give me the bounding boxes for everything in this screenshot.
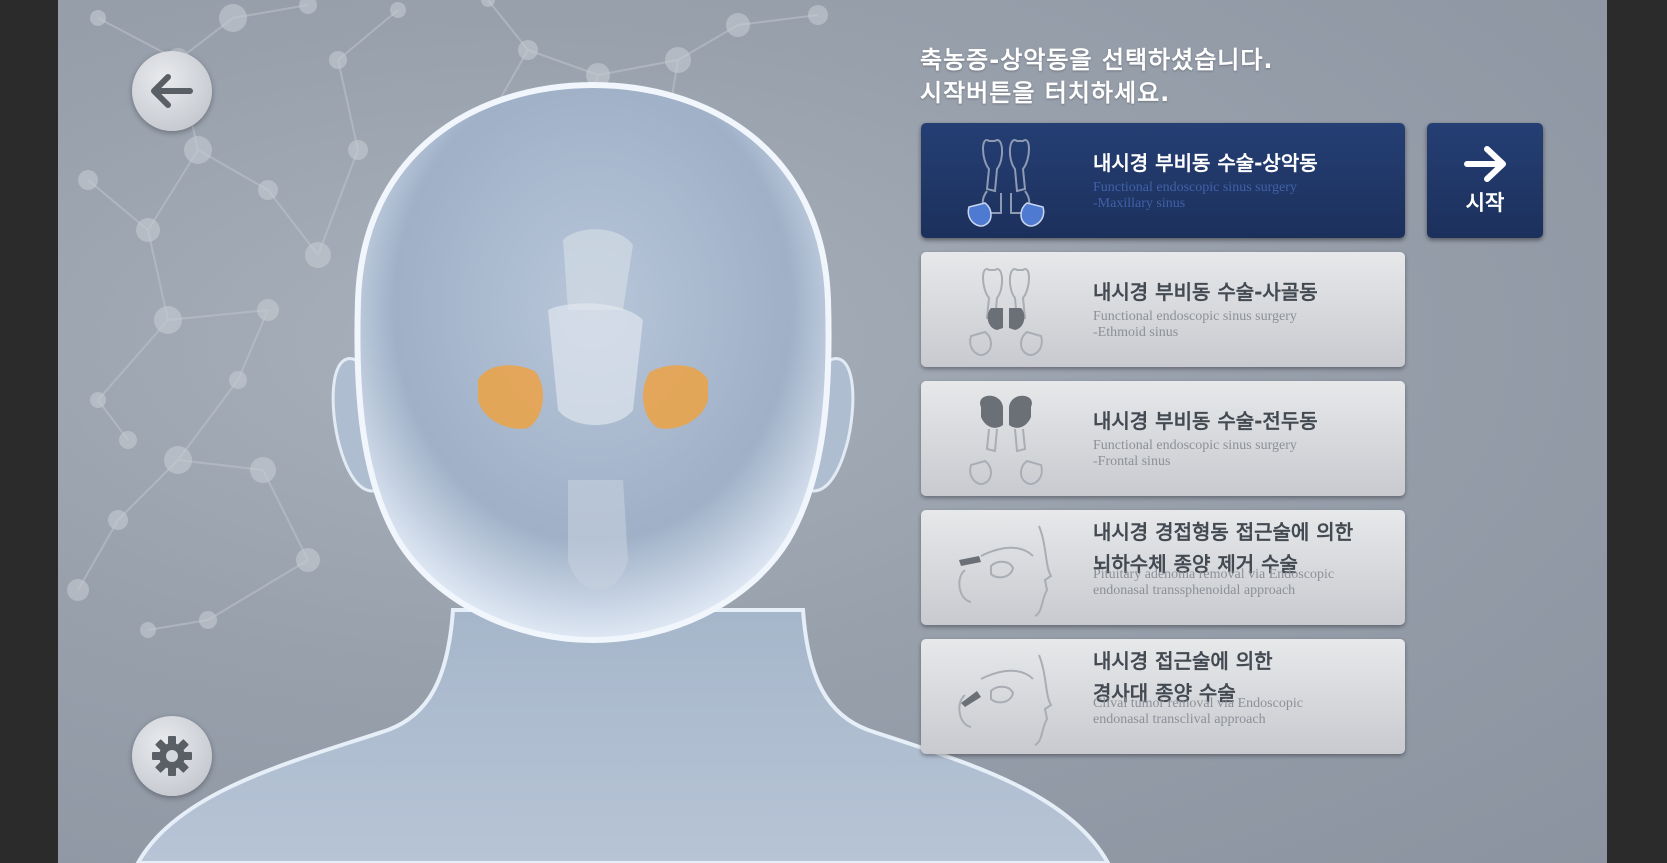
back-button[interactable] — [132, 51, 212, 131]
arrow-right-icon — [1464, 145, 1506, 182]
procedure-subtitle-line-2: endonasal transsphenoidal approach — [1093, 583, 1296, 598]
gear-icon — [152, 736, 192, 776]
procedure-card-clival[interactable]: 내시경 접근술에 의한 경사대 종양 수술 Clival tumor remov… — [921, 639, 1405, 754]
procedure-card-pituitary[interactable]: 내시경 경접형동 접근술에 의한 뇌하수체 종양 제거 수술 Pituitary… — [921, 510, 1405, 625]
frontal-sinus-thumbnail — [969, 395, 1043, 485]
settings-button[interactable] — [132, 716, 212, 796]
procedure-card-maxillary[interactable]: 내시경 부비동 수술-상악동 Functional endoscopic sin… — [921, 123, 1405, 238]
procedure-title-line-1: 내시경 경접형동 접근술에 의한 — [1093, 520, 1354, 544]
procedure-title: 내시경 부비동 수술-상악동 — [1093, 151, 1318, 175]
start-button[interactable]: 시작 — [1427, 123, 1543, 238]
procedure-subtitle-line-2: -Ethmoid sinus — [1093, 325, 1179, 340]
instruction-line-2: 시작버튼을 터치하세요. — [920, 79, 1171, 107]
procedure-subtitle-line-2: -Frontal sinus — [1093, 454, 1171, 469]
procedure-card-ethmoid[interactable]: 내시경 부비동 수술-사골동 Functional endoscopic sin… — [921, 252, 1405, 367]
procedure-title-line-1: 내시경 접근술에 의한 — [1093, 649, 1273, 673]
maxillary-sinus-thumbnail — [967, 139, 1045, 227]
procedure-title: 내시경 부비동 수술-전두동 — [1093, 409, 1318, 433]
instruction-text: 축농증-상악동을 선택하셨습니다. 시작버튼을 터치하세요. — [920, 44, 1274, 110]
procedure-subtitle-line-1: Functional endoscopic sinus surgery — [1093, 309, 1297, 324]
arrow-left-icon — [151, 74, 193, 108]
instruction-line-1: 축농증-상악동을 선택하셨습니다. — [920, 46, 1274, 74]
ethmoid-sinus-thumbnail — [969, 268, 1043, 356]
clival-approach-thumbnail — [958, 654, 1053, 746]
procedure-card-frontal[interactable]: 내시경 부비동 수술-전두동 Functional endoscopic sin… — [921, 381, 1405, 496]
procedure-subtitle-line-1: Clival tumor removal via Endoscopic — [1093, 696, 1303, 711]
procedure-subtitle-line-2: -Maxillary sinus — [1093, 196, 1186, 211]
start-button-label: 시작 — [1465, 190, 1505, 215]
procedure-subtitle-line-1: Pituitary adenoma removal via Endoscopic — [1093, 567, 1335, 582]
app-screen: 축농증-상악동을 선택하셨습니다. 시작버튼을 터치하세요. 내시경 부비동 수… — [58, 0, 1607, 863]
pituitary-approach-thumbnail — [958, 525, 1053, 617]
procedure-subtitle-line-1: Functional endoscopic sinus surgery — [1093, 180, 1297, 195]
procedure-subtitle-line-2: endonasal transclival approach — [1093, 712, 1266, 727]
procedure-title: 내시경 부비동 수술-사골동 — [1093, 280, 1318, 304]
procedure-subtitle-line-1: Functional endoscopic sinus surgery — [1093, 438, 1297, 453]
